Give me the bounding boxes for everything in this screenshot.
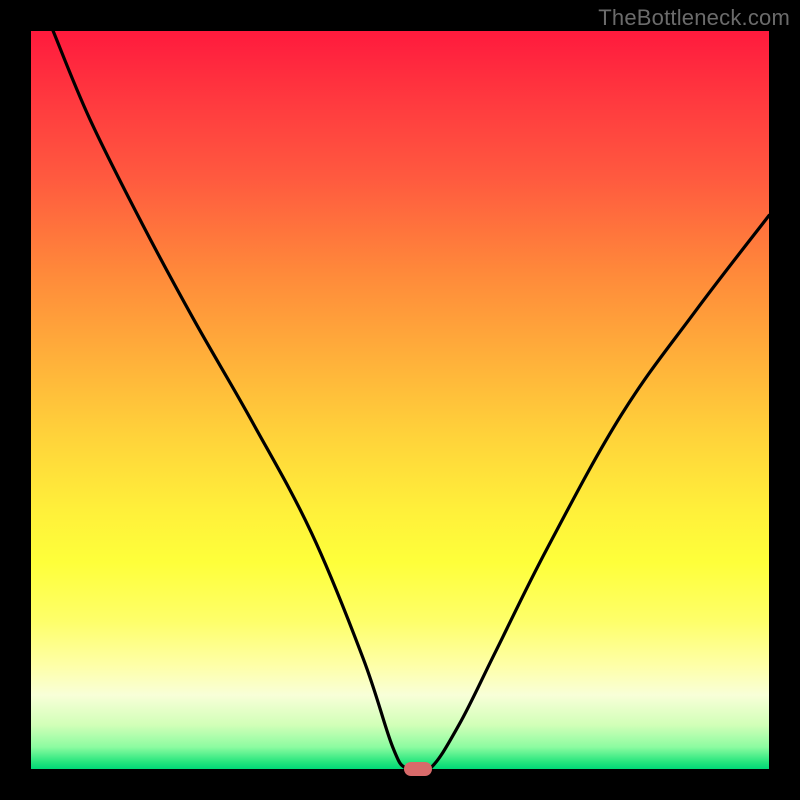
bottleneck-curve	[31, 31, 769, 769]
optimal-marker	[404, 762, 432, 776]
chart-plot-area	[31, 31, 769, 769]
attribution-label: TheBottleneck.com	[598, 5, 790, 31]
chart-frame: TheBottleneck.com	[0, 0, 800, 800]
